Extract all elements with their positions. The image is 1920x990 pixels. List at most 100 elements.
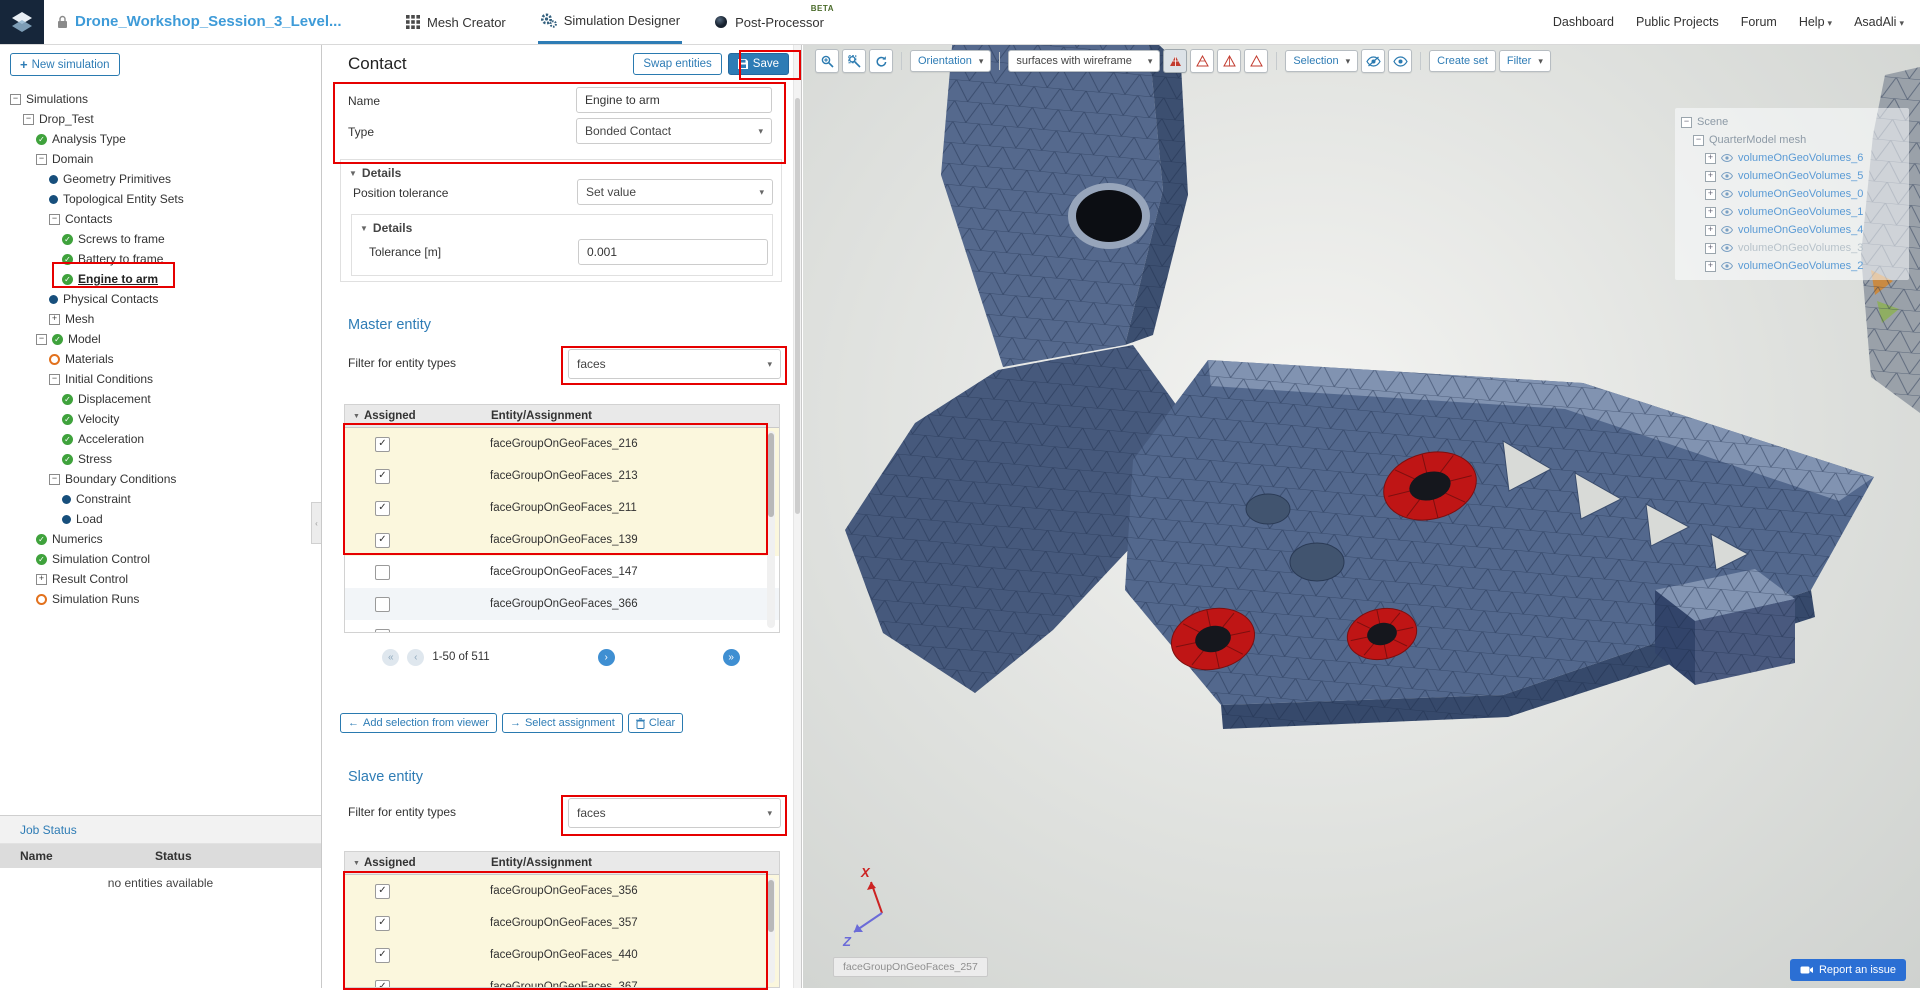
position-tolerance-select[interactable]: Set value ▾ — [577, 179, 773, 205]
tree-item-screws-to-frame[interactable]: ✓ Screws to frame — [0, 229, 321, 249]
mesh-quality-toggle-2[interactable] — [1190, 49, 1215, 73]
tree-item-label[interactable]: Load — [76, 512, 103, 526]
eye-icon[interactable] — [1721, 226, 1733, 234]
nav-forum[interactable]: Forum — [1741, 15, 1777, 29]
eye-icon[interactable] — [1721, 262, 1733, 270]
tree-item-initial-conditions[interactable]: − Initial Conditions — [0, 369, 321, 389]
entity-row[interactable]: ✓ faceGroupOnGeoFaces_211 — [345, 492, 779, 524]
tree-item-simulations[interactable]: − Simulations — [0, 89, 321, 109]
scene-volume-item[interactable]: + volumeOnGeoVolumes_1 — [1681, 203, 1903, 221]
scene-volume-item[interactable]: + volumeOnGeoVolumes_4 — [1681, 221, 1903, 239]
tree-item-label[interactable]: Battery to frame — [78, 252, 163, 266]
entity-row[interactable]: ✓ faceGroupOnGeoFaces_356 — [345, 875, 779, 907]
tree-item-label[interactable]: Engine to arm — [78, 272, 158, 286]
tree-item-result-control[interactable]: + Result Control — [0, 569, 321, 589]
tree-item-displacement[interactable]: ✓ Displacement — [0, 389, 321, 409]
mesh-quality-toggle-3[interactable] — [1217, 49, 1242, 73]
last-page-button[interactable]: » — [722, 648, 740, 666]
prev-page-button[interactable]: ‹ — [407, 648, 425, 666]
tree-item-engine-to-arm[interactable]: ✓ Engine to arm — [0, 269, 321, 289]
tree-item-boundary-conditions[interactable]: − Boundary Conditions — [0, 469, 321, 489]
expand-icon[interactable]: + — [1705, 152, 1716, 164]
entity-checkbox[interactable]: ✓ — [375, 947, 390, 963]
entity-checkbox[interactable]: ✓ — [375, 436, 390, 452]
tree-item-label[interactable]: Boundary Conditions — [65, 472, 176, 486]
entity-row[interactable]: ✓ faceGroupOnGeoFaces_216 — [345, 428, 779, 460]
tree-item-label[interactable]: Contacts — [65, 212, 112, 226]
tree-item-contacts[interactable]: − Contacts — [0, 209, 321, 229]
reset-view-button[interactable] — [869, 49, 893, 73]
filter-dropdown[interactable]: Filter ▾ — [1498, 50, 1551, 72]
slave-filter-select[interactable]: faces ▾ — [568, 798, 781, 828]
create-set-button[interactable]: Create set — [1429, 50, 1496, 72]
zoom-window-button[interactable] — [842, 49, 866, 73]
app-logo[interactable] — [0, 0, 44, 44]
nav-help[interactable]: Help ▾ — [1799, 15, 1832, 29]
collapse-icon[interactable]: − — [49, 213, 60, 225]
mesh-quality-toggle-1[interactable] — [1163, 49, 1188, 73]
entity-row[interactable]: faceGroupOnGeoFaces_366 — [345, 588, 779, 620]
selection-dropdown[interactable]: Selection ▾ — [1285, 50, 1359, 72]
entity-row[interactable]: ✓ faceGroupOnGeoFaces_367 — [345, 971, 779, 987]
entity-checkbox[interactable]: ✓ — [375, 883, 390, 899]
type-select[interactable]: Bonded Contact ▾ — [576, 118, 772, 144]
tree-item-materials[interactable]: Materials — [0, 349, 321, 369]
table-scrollbar[interactable] — [767, 878, 775, 983]
tree-item-numerics[interactable]: ✓ Numerics — [0, 529, 321, 549]
tree-item-label[interactable]: Geometry Primitives — [63, 172, 171, 186]
collapse-icon[interactable]: − — [49, 473, 60, 485]
zoom-in-button[interactable] — [815, 49, 839, 73]
scrollbar-thumb[interactable] — [768, 433, 774, 517]
entity-row[interactable]: ✓ faceGroupOnGeoFaces_139 — [345, 524, 779, 556]
tree-item-label[interactable]: Result Control — [52, 572, 128, 586]
tolerance-input[interactable] — [578, 239, 768, 265]
tree-item-label[interactable]: Physical Contacts — [63, 292, 158, 306]
collapse-icon[interactable]: − — [10, 93, 21, 105]
hide-selection-button[interactable] — [1361, 49, 1386, 73]
collapse-icon[interactable]: − — [1693, 134, 1704, 146]
tree-item-mesh[interactable]: + Mesh — [0, 309, 321, 329]
entity-checkbox[interactable] — [375, 596, 390, 612]
project-title[interactable]: Drone_Workshop_Session_3_Level... — [75, 13, 342, 30]
eye-icon[interactable] — [1721, 154, 1733, 162]
render-mode-select[interactable]: surfaces with wireframe ▾ — [1008, 50, 1161, 72]
tree-item-label[interactable]: Simulations — [26, 92, 88, 106]
expand-icon[interactable]: + — [49, 313, 60, 325]
scrollbar-thumb[interactable] — [795, 98, 800, 514]
tree-item-label[interactable]: Acceleration — [78, 432, 144, 446]
viewer-3d[interactable]: X Z Orientation ▾ surfaces with wireframe… — [803, 45, 1920, 988]
next-page-button[interactable]: › — [597, 648, 615, 666]
tree-item-label[interactable]: Drop_Test — [39, 112, 94, 126]
entity-row[interactable]: ✓ faceGroupOnGeoFaces_213 — [345, 460, 779, 492]
tree-item-label[interactable]: Stress — [78, 452, 112, 466]
entity-checkbox[interactable]: ✓ — [375, 532, 390, 548]
scene-mesh[interactable]: − QuarterModel mesh — [1681, 131, 1903, 149]
expand-icon[interactable]: + — [1705, 224, 1716, 236]
entity-checkbox[interactable]: ✓ — [375, 979, 390, 987]
tree-item-constraint[interactable]: Constraint — [0, 489, 321, 509]
scene-root[interactable]: − Scene — [1681, 113, 1903, 131]
tree-item-analysis-type[interactable]: ✓ Analysis Type — [0, 129, 321, 149]
tree-item-label[interactable]: Topological Entity Sets — [63, 192, 184, 206]
tree-item-drop-test[interactable]: − Drop_Test — [0, 109, 321, 129]
entity-checkbox[interactable]: ✓ — [375, 500, 390, 516]
select-assignment-button[interactable]: → Select assignment — [501, 713, 623, 733]
tree-item-simulation-control[interactable]: ✓ Simulation Control — [0, 549, 321, 569]
tree-item-label[interactable]: Initial Conditions — [65, 372, 153, 386]
master-filter-select[interactable]: faces ▾ — [568, 349, 781, 379]
expand-icon[interactable]: + — [1705, 170, 1716, 182]
table-scrollbar[interactable] — [767, 431, 775, 628]
swap-entities-button[interactable]: Swap entities — [633, 53, 722, 75]
tree-item-label[interactable]: Constraint — [76, 492, 131, 506]
entity-row[interactable]: faceGroupOnGeoFaces_147 — [345, 556, 779, 588]
eye-icon[interactable] — [1721, 244, 1733, 252]
eye-icon[interactable] — [1721, 208, 1733, 216]
collapse-icon[interactable]: − — [1681, 116, 1692, 128]
entity-row[interactable]: ✓ faceGroupOnGeoFaces_357 — [345, 907, 779, 939]
tree-item-load[interactable]: Load — [0, 509, 321, 529]
eye-icon[interactable] — [1721, 172, 1733, 180]
tree-item-label[interactable]: Numerics — [52, 532, 103, 546]
expand-icon[interactable]: + — [1705, 242, 1716, 254]
expand-icon[interactable]: + — [36, 573, 47, 585]
tree-item-geometry-primitives[interactable]: Geometry Primitives — [0, 169, 321, 189]
